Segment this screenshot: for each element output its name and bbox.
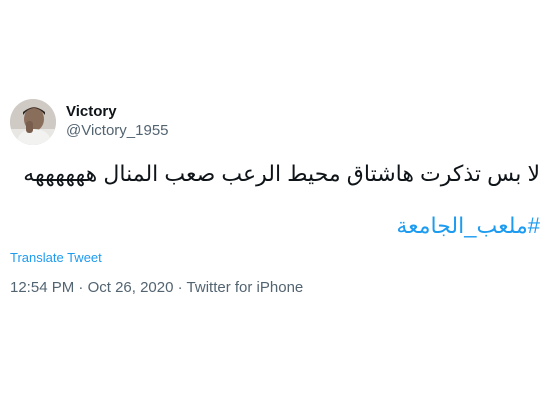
author-handle[interactable]: @Victory_1955	[66, 122, 169, 140]
author-display-name[interactable]: Victory	[66, 103, 117, 121]
meta-separator: ·	[74, 279, 88, 296]
hashtag-link[interactable]: #ملعب_الجامعة	[396, 212, 540, 240]
tweet-metadata: 12:54 PM · Oct 26, 2020 · Twitter for iP…	[10, 279, 303, 297]
tweet-date[interactable]: Oct 26, 2020	[88, 279, 174, 296]
translate-tweet-link[interactable]: Translate Tweet	[10, 250, 102, 266]
tweet-card: Victory @Victory_1955 لا بس تذكرت هاشتاق…	[0, 0, 550, 400]
tweet-text: لا بس تذكرت هاشتاق محيط الرعب صعب المنال…	[23, 161, 540, 186]
tweet-source[interactable]: Twitter for iPhone	[187, 279, 304, 296]
user-avatar-icon[interactable]	[10, 99, 56, 145]
meta-separator: ·	[173, 279, 187, 296]
tweet-time[interactable]: 12:54 PM	[10, 279, 74, 296]
